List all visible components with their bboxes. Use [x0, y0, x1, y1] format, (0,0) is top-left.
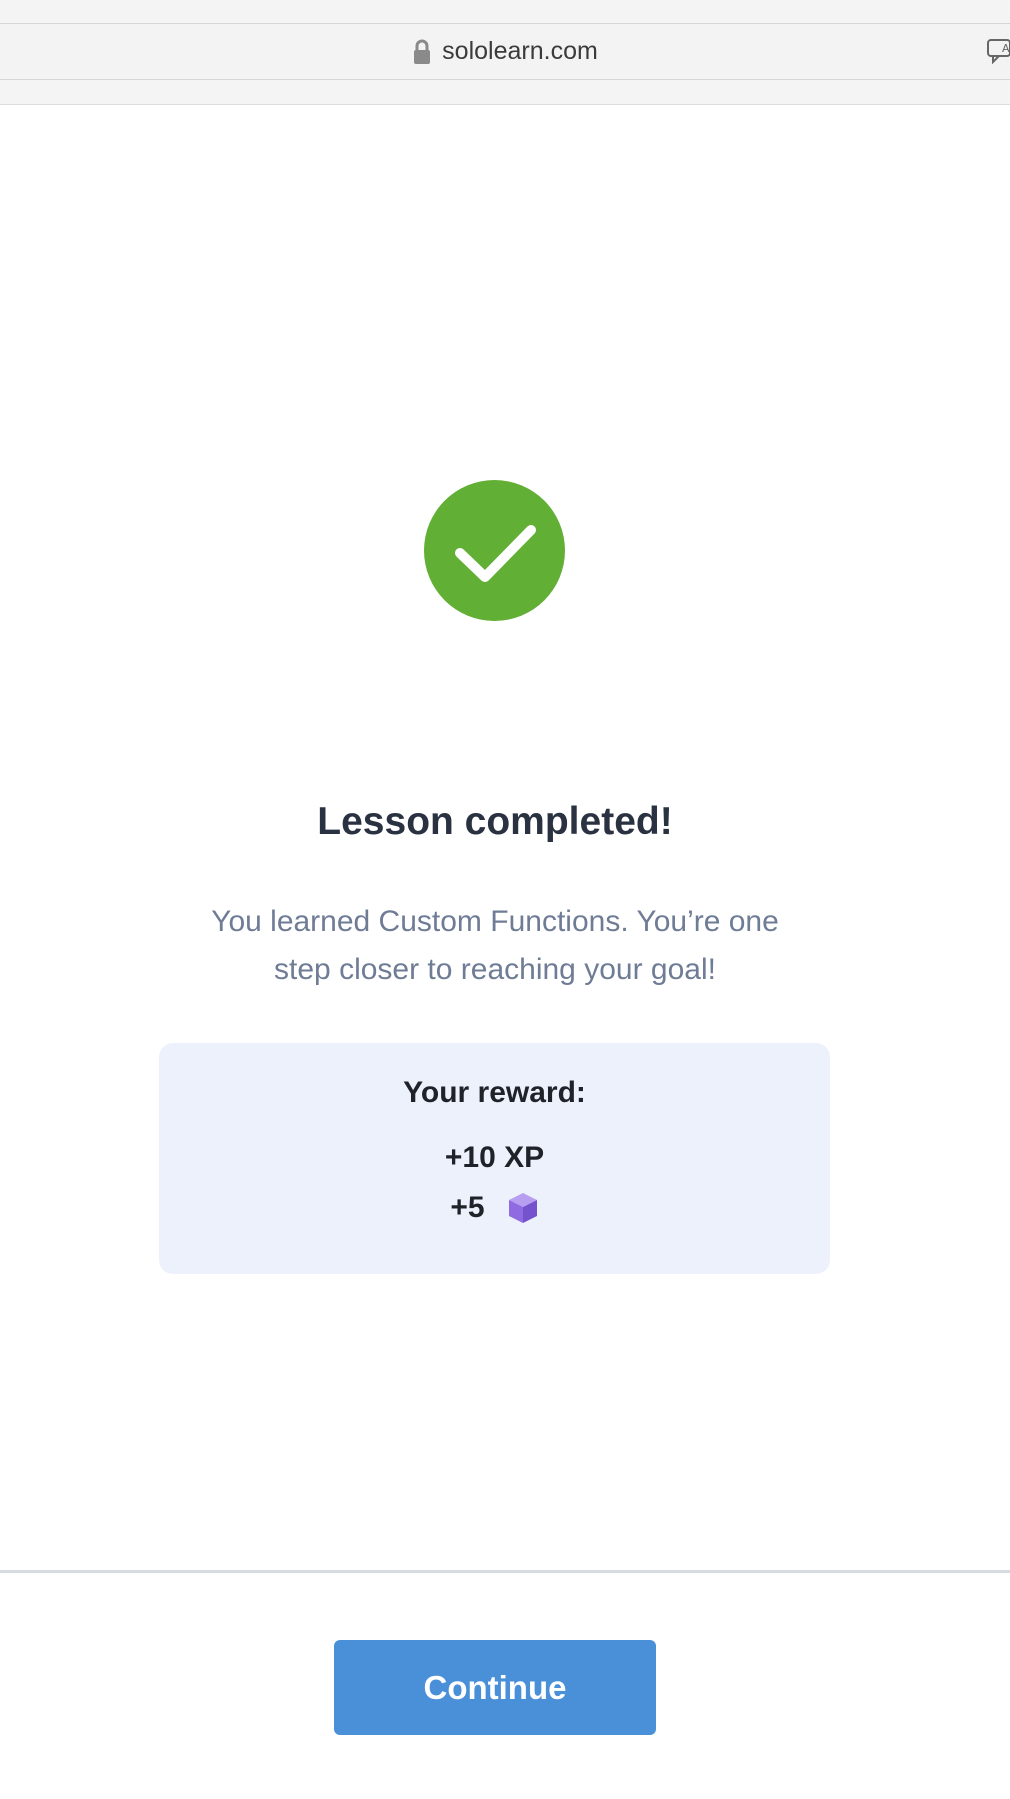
svg-text:A: A: [1002, 42, 1010, 55]
reward-bits-value: +5: [450, 1191, 485, 1224]
browser-toolbar: sololearn.com A: [0, 0, 1010, 105]
footer-divider: [0, 1570, 1010, 1573]
lesson-completed-message: You learned Custom Functions. You’re one…: [211, 905, 779, 986]
reward-bits: +5: [159, 1191, 830, 1225]
lock-icon: [414, 39, 431, 64]
reward-card: Your reward: +10 XP +5: [159, 1043, 830, 1274]
bits-cube-icon: [508, 1193, 537, 1223]
lesson-completed-title: Lesson completed!: [317, 800, 673, 843]
reward-xp: +10 XP: [444, 1141, 545, 1174]
reward-title: Your reward:: [403, 1076, 586, 1109]
translate-icon[interactable]: A: [986, 38, 1010, 64]
checkmark-icon: [424, 480, 565, 621]
continue-button[interactable]: Continue: [334, 1640, 656, 1735]
url-display[interactable]: sololearn.com: [0, 24, 1010, 79]
url-text: sololearn.com: [442, 37, 598, 65]
address-bar[interactable]: sololearn.com A: [0, 23, 1010, 80]
